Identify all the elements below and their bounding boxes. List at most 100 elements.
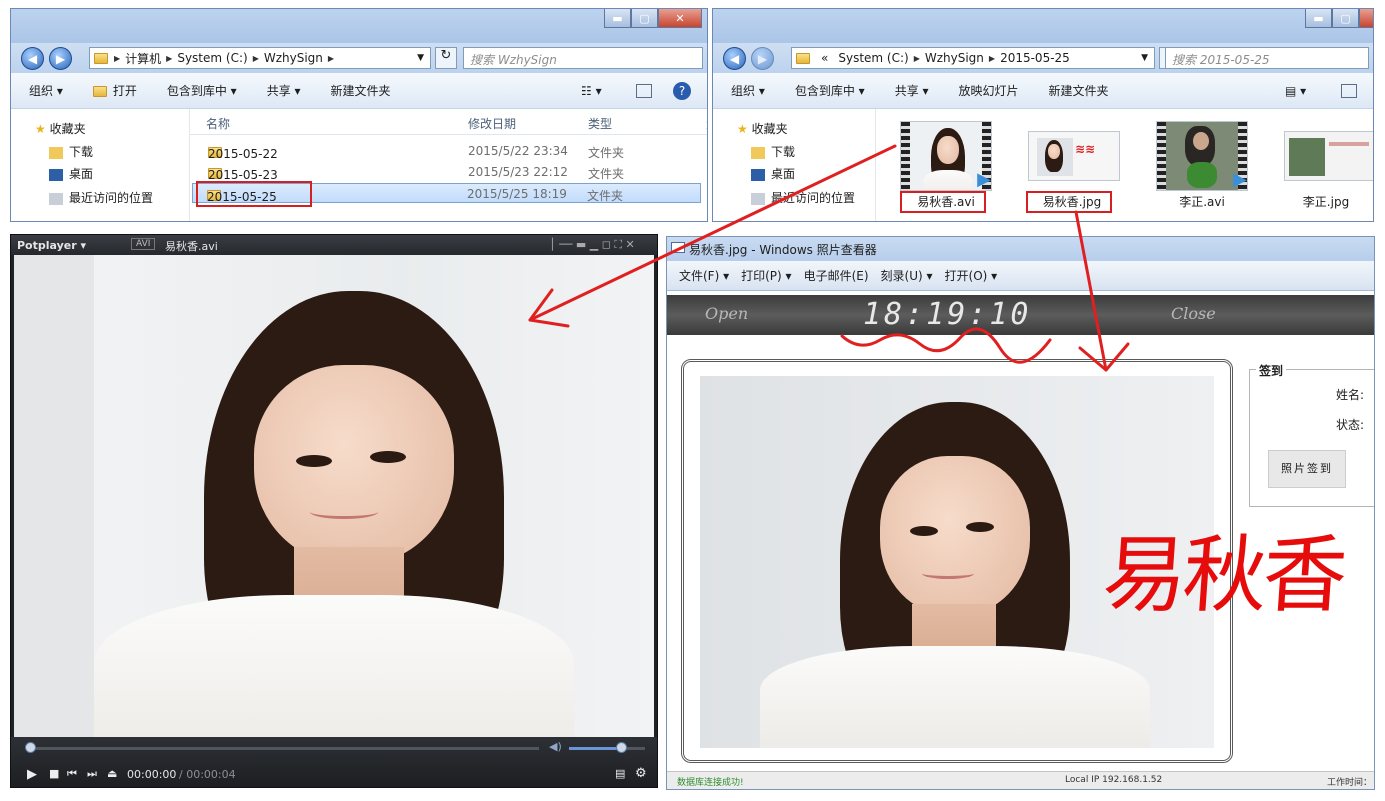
next-icon[interactable]: ⏭ [87,767,97,781]
slideshow-button[interactable]: 放映幻灯片 [959,82,1019,99]
maximize-button[interactable]: ▢ [631,9,658,28]
search-input[interactable]: 搜索 2015-05-25 [1165,47,1369,69]
volume-icon[interactable]: ◀) [549,740,562,753]
close-label[interactable]: Close [1171,304,1216,323]
favorites-item-desktop[interactable]: 桌面 [49,165,93,182]
video-subject-jacket [94,595,574,737]
menu-email[interactable]: 电子邮件(E) [804,267,869,284]
file-label[interactable]: 易秋香.jpg [1022,193,1122,210]
play-icon[interactable]: ▶ [27,767,37,782]
player-window-buttons[interactable]: │ ── ▬ ▁ ◻ ⛶ ✕ [549,238,635,252]
back-button[interactable]: ◀ [723,47,746,70]
video-thumbnail[interactable]: ▶ [900,121,992,191]
breadcrumb-computer[interactable]: 计算机 [125,50,161,67]
seek-handle[interactable] [25,742,36,753]
image-thumbnail[interactable]: ≋≋ [1028,131,1120,181]
breadcrumb-overflow[interactable]: « [821,51,828,65]
close-button[interactable]: ✕ [1359,9,1373,28]
clock-display: 18:19:10 [863,297,1032,332]
previous-icon[interactable]: ⏮ [67,767,77,781]
preview-pane-icon[interactable] [636,83,652,98]
table-row-selected[interactable]: 2015-05-25 2015/5/25 18:19 文件夹 [192,183,701,204]
video-thumbnail[interactable]: ▶ [1156,121,1248,191]
share-button[interactable]: 共享 ▾ [895,82,929,99]
seek-bar[interactable] [27,747,539,750]
stop-icon[interactable]: ■ [49,767,59,780]
favorites-item-desktop[interactable]: 桌面 [751,165,795,182]
menu-file[interactable]: 文件(F) ▾ [679,267,729,284]
organize-button[interactable]: 组织 ▾ [29,82,63,99]
menu-burn[interactable]: 刻录(U) ▾ [881,267,933,284]
forward-button[interactable]: ▶ [49,47,72,70]
signin-panel: 签到 姓名: 状态: 照片签到 [1249,362,1374,507]
volume-slider[interactable] [569,747,645,750]
open-button[interactable]: 打开 [92,82,137,99]
close-button[interactable]: ✕ [658,9,702,28]
column-size[interactable]: 大 [706,115,707,132]
view-options-icon[interactable]: ▤ ▾ [1285,84,1306,98]
volume-handle[interactable] [616,742,627,753]
breadcrumb-drive[interactable]: System (C:) [838,51,908,65]
new-folder-button[interactable]: 新建文件夹 [1049,82,1109,99]
status-bar: 数据库连接成功! Local IP 192.168.1.52 工作时间： [667,771,1374,789]
desktop-icon [751,168,765,181]
favorites-item-downloads[interactable]: 下载 [751,143,795,160]
forward-button[interactable]: ▶ [751,47,774,70]
address-dropdown-icon[interactable]: ▼ [417,53,424,63]
favorites-header[interactable]: ★ 收藏夹 [737,120,788,137]
eject-icon[interactable]: ⏏ [107,767,117,780]
minimize-button[interactable]: ▬ [604,9,631,28]
file-label[interactable]: 易秋香.avi [896,193,996,210]
address-dropdown-icon[interactable]: ▼ [1141,53,1148,63]
recent-places-icon [751,192,765,205]
column-type[interactable]: 类型 [588,115,612,132]
breadcrumb-folder[interactable]: WzhySign [925,51,984,65]
favorites-item-downloads[interactable]: 下载 [49,143,93,160]
player-menu-button[interactable]: Potplayer ▾ [17,239,86,252]
playlist-icon[interactable]: ▤ [615,767,625,780]
window-controls: ▬ ▢ ✕ [1305,9,1373,29]
player-controls: ◀) ▶ ■ ⏮ ⏭ ⏏ 00:00:00 / 00:00:04 ▤ ⚙ [11,737,657,787]
address-bar[interactable]: « System (C:) ▶ WzhySign ▶ 2015-05-25 ▼ [791,47,1155,69]
favorites-item-recent[interactable]: 最近访问的位置 [49,189,153,206]
image-thumbnail[interactable] [1284,131,1373,181]
refresh-button[interactable]: ↻ [435,47,457,69]
view-options-icon[interactable]: ☷ ▾ [581,84,602,98]
favorites-header[interactable]: ★ 收藏夹 [35,120,86,137]
share-button[interactable]: 共享 ▾ [267,82,301,99]
player-title-bar: Potplayer ▾ AVI 易秋香.avi │ ── ▬ ▁ ◻ ⛶ ✕ [11,235,657,255]
help-icon[interactable]: ? [673,81,691,100]
favorites-item-recent[interactable]: 最近访问的位置 [751,189,855,206]
back-button[interactable]: ◀ [21,47,44,70]
breadcrumb-drive[interactable]: System (C:) [177,51,247,65]
table-row[interactable]: 2015-05-23 2015/5/23 22:12 文件夹 [192,162,701,182]
breadcrumb-subfolder[interactable]: 2015-05-25 [1000,51,1070,65]
menu-print[interactable]: 打印(P) ▾ [741,267,791,284]
settings-gear-icon[interactable]: ⚙ [635,766,647,781]
table-row[interactable]: 2015-05-22 2015/5/22 23:34 文件夹 [192,141,701,161]
column-date[interactable]: 修改日期 [468,115,516,132]
new-folder-button[interactable]: 新建文件夹 [331,82,391,99]
include-in-library-button[interactable]: 包含到库中 ▾ [167,82,237,99]
include-in-library-button[interactable]: 包含到库中 ▾ [795,82,865,99]
minimize-button[interactable]: ▬ [1305,9,1332,28]
menu-open[interactable]: 打开(O) ▾ [945,267,998,284]
open-label[interactable]: Open [705,304,748,323]
photo-signin-button[interactable]: 照片签到 [1268,450,1346,488]
organize-button[interactable]: 组织 ▾ [731,82,765,99]
search-input[interactable]: 搜索 WzhySign [463,47,703,69]
address-bar[interactable]: ▶ 计算机 ▶ System (C:) ▶ WzhySign ▶ ▼ [89,47,431,69]
play-overlay-icon: ▶ [977,169,991,190]
navigation-row: ◀ ▶ ▶ 计算机 ▶ System (C:) ▶ WzhySign ▶ ▼ ↻ 搜索… [11,43,707,73]
breadcrumb-folder[interactable]: WzhySign [264,51,323,65]
status-label: 状态: [1336,418,1365,432]
file-label[interactable]: 李正.jpg [1276,193,1373,210]
star-icon: ★ [35,122,46,136]
preview-pane-icon[interactable] [1341,83,1357,98]
column-name[interactable]: 名称 [206,115,230,132]
maximize-button[interactable]: ▢ [1332,9,1359,28]
file-label[interactable]: 李正.avi [1152,193,1252,210]
play-overlay-icon: ▶ [1233,169,1247,190]
name-label: 姓名: [1336,388,1365,402]
video-frame[interactable] [14,255,654,737]
